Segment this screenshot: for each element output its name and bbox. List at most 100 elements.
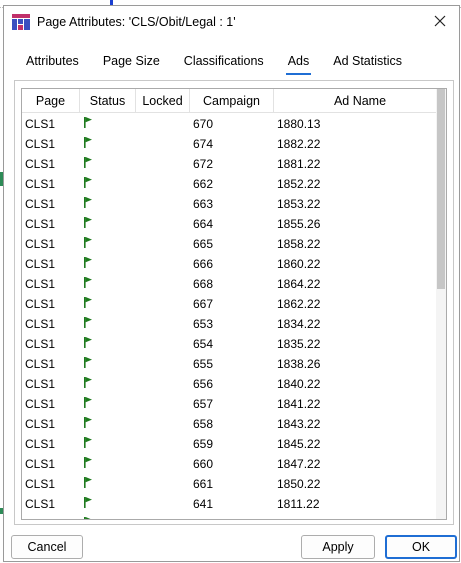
- cell-ad-name: 1858.22: [277, 237, 321, 251]
- cell-campaign: 662: [193, 177, 214, 191]
- cell-page: CLS1: [25, 237, 56, 251]
- table-row[interactable]: CLS1 670 1880.13: [22, 114, 446, 134]
- cell-status: [80, 297, 136, 311]
- cell-ad-name: 1813.22: [274, 517, 446, 519]
- cell-status: [80, 497, 136, 511]
- close-icon: [434, 15, 446, 30]
- table-row[interactable]: CLS1 664 1855.26: [22, 214, 446, 234]
- cell-campaign: 659: [193, 437, 214, 451]
- cell-page: CLS1: [25, 357, 56, 371]
- green-flag-icon: [84, 437, 92, 451]
- cell-status: [80, 517, 136, 519]
- cell-campaign: 665: [193, 237, 214, 251]
- green-flag-icon: [84, 497, 92, 511]
- cell-campaign: 664: [193, 217, 214, 231]
- green-flag-icon: [84, 477, 92, 491]
- table-row[interactable]: CLS1 656 1840.22: [22, 374, 446, 394]
- cell-page: CLS1: [25, 497, 56, 511]
- cell-ad-name: 1847.22: [277, 457, 321, 471]
- table-row[interactable]: CLS1 655 1838.26: [22, 354, 446, 374]
- column-header-page[interactable]: Page: [22, 89, 80, 113]
- table-row[interactable]: CLS1 674 1882.22: [22, 134, 446, 154]
- cell-status: [80, 217, 136, 231]
- green-flag-icon: [84, 457, 92, 471]
- cell-status: [80, 337, 136, 351]
- cell-page: CLS1: [25, 437, 56, 451]
- table-row[interactable]: CLS1 641 1811.22: [22, 494, 446, 514]
- column-header-ad-name[interactable]: Ad Name: [274, 89, 446, 113]
- table-row[interactable]: CLS1 663 1853.22: [22, 194, 446, 214]
- cell-page: CLS1: [25, 257, 56, 271]
- cell-page: CLS1: [25, 277, 56, 291]
- cell-ad-name: 1835.22: [277, 337, 321, 351]
- tab-classifications[interactable]: Classifications: [172, 46, 276, 76]
- tab-ads[interactable]: Ads: [276, 46, 322, 76]
- tab-page-size[interactable]: Page Size: [91, 46, 172, 76]
- tab-strip: Attributes Page Size Classifications Ads…: [14, 46, 414, 76]
- cell-status: [80, 377, 136, 391]
- column-header-locked[interactable]: Locked: [136, 89, 190, 113]
- cell-ad-name: 1880.13: [277, 117, 321, 131]
- cell-page: CLS1: [25, 297, 56, 311]
- cell-status: [80, 197, 136, 211]
- table-row[interactable]: CLS1 667 1862.22: [22, 294, 446, 314]
- cell-campaign: 641: [193, 497, 214, 511]
- cell-campaign: 660: [193, 457, 214, 471]
- table-row[interactable]: CLS1 661 1850.22: [22, 474, 446, 494]
- table-row[interactable]: CLS1 665 1858.22: [22, 234, 446, 254]
- cell-ad-name: 1845.22: [277, 437, 321, 451]
- cell-campaign: 668: [193, 277, 214, 291]
- cell-ad-name: 1852.22: [277, 177, 321, 191]
- ads-panel: Page Status Locked Campaign Ad Name CLS1…: [14, 80, 454, 525]
- cell-campaign: 654: [193, 337, 214, 351]
- table-row[interactable]: CLS1 657 1841.22: [22, 394, 446, 414]
- cell-campaign: 658: [193, 417, 214, 431]
- green-flag-icon: [84, 317, 92, 331]
- green-flag-icon: [84, 277, 92, 291]
- tab-ad-statistics[interactable]: Ad Statistics: [321, 46, 414, 76]
- table-row[interactable]: CLS1 660 1847.22: [22, 454, 446, 474]
- column-header-status[interactable]: Status: [80, 89, 136, 113]
- column-header-campaign[interactable]: Campaign: [190, 89, 274, 113]
- close-button[interactable]: [427, 10, 453, 34]
- cell-status: [80, 457, 136, 471]
- table-row[interactable]: CLS1 653 1834.22: [22, 314, 446, 334]
- dialog-title: Page Attributes: 'CLS/Obit/Legal : 1': [37, 15, 236, 29]
- ok-button[interactable]: OK: [385, 535, 457, 559]
- table-row[interactable]: CLS1 654 1835.22: [22, 334, 446, 354]
- cell-campaign: 653: [193, 317, 214, 331]
- table-row[interactable]: CLS1 658 1843.22: [22, 414, 446, 434]
- vertical-scrollbar[interactable]: [436, 89, 446, 519]
- cell-campaign: 657: [193, 397, 214, 411]
- table-row[interactable]: CLS1 672 1881.22: [22, 154, 446, 174]
- cell-status: [80, 417, 136, 431]
- cell-ad-name: 1838.26: [277, 357, 321, 371]
- cell-campaign: 672: [193, 157, 214, 171]
- apply-button[interactable]: Apply: [301, 535, 375, 559]
- cell-page: CLS1: [22, 517, 80, 519]
- cell-ad-name: 1862.22: [277, 297, 321, 311]
- cell-ad-name: 1850.22: [277, 477, 321, 491]
- green-flag-icon: [84, 297, 92, 311]
- green-flag-icon: [84, 157, 92, 171]
- cell-status: [80, 397, 136, 411]
- table-row[interactable]: CLS1 666 1860.22: [22, 254, 446, 274]
- table-row[interactable]: CLS1 659 1845.22: [22, 434, 446, 454]
- cell-ad-name: 1853.22: [277, 197, 321, 211]
- cell-page: CLS1: [25, 457, 56, 471]
- cell-status: [80, 157, 136, 171]
- table-row[interactable]: CLS1 668 1864.22: [22, 274, 446, 294]
- cell-status: [80, 477, 136, 491]
- cancel-button[interactable]: Cancel: [11, 535, 83, 559]
- cell-page: CLS1: [25, 137, 56, 151]
- cell-ad-name: 1843.22: [277, 417, 321, 431]
- cell-campaign: 670: [193, 117, 214, 131]
- cell-ad-name: 1864.22: [277, 277, 321, 291]
- tab-attributes[interactable]: Attributes: [14, 46, 91, 76]
- cell-ad-name: 1811.22: [277, 497, 320, 511]
- cell-page: CLS1: [25, 417, 56, 431]
- ads-list: Page Status Locked Campaign Ad Name CLS1…: [21, 88, 447, 520]
- table-row[interactable]: CLS1 6431813.22: [22, 514, 446, 519]
- scrollbar-thumb[interactable]: [437, 89, 445, 289]
- table-row[interactable]: CLS1 662 1852.22: [22, 174, 446, 194]
